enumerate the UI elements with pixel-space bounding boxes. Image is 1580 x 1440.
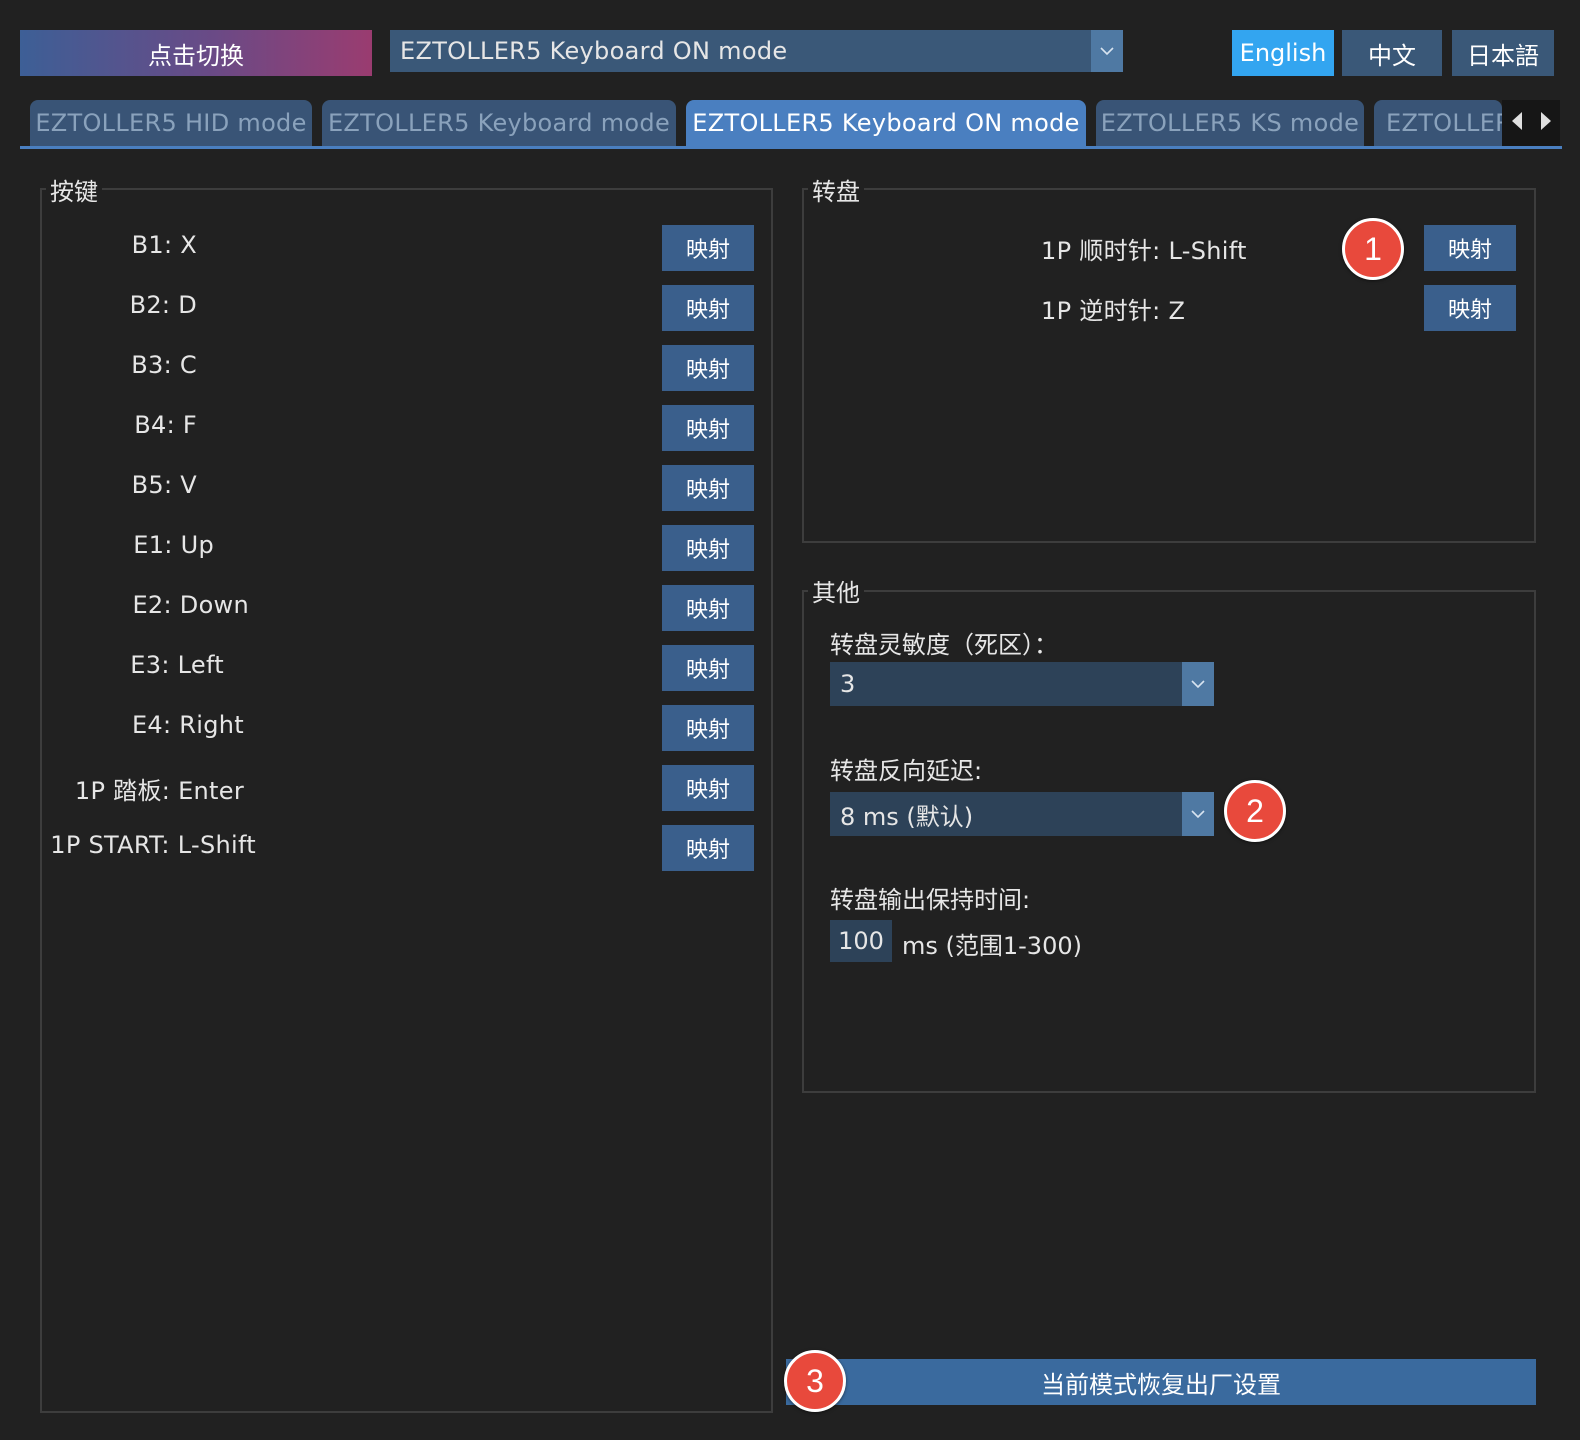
tab-hid-mode[interactable]: EZTOLLER5 HID mode (30, 100, 312, 146)
key-row-label-b4: B4: F (134, 411, 197, 439)
tab-ks-mode[interactable]: EZTOLLER5 KS mode (1096, 100, 1364, 146)
key-row-label-b5: B5: V (131, 471, 197, 499)
tab-eztoller-partial[interactable]: EZTOLLER (1374, 100, 1502, 146)
turntable-row-label-cw: 1P 顺时针: L-Shift (1041, 237, 1247, 265)
key-row-label-e1: E1: Up (133, 531, 214, 559)
mode-select-value: EZTOLLER5 Keyboard ON mode (400, 37, 788, 65)
map-button-e2[interactable]: 映射 (662, 585, 754, 631)
switch-button[interactable]: 点击切换 (20, 30, 372, 76)
chevron-down-icon[interactable] (1182, 662, 1214, 706)
annotation-badge-2: 2 (1224, 780, 1286, 842)
map-button-b4[interactable]: 映射 (662, 405, 754, 451)
turntable-row-label-ccw: 1P 逆时针: Z (1041, 297, 1186, 325)
hold-time-label: 转盘输出保持时间: (830, 886, 1031, 914)
language-english-button[interactable]: English (1232, 30, 1334, 76)
map-button-b1[interactable]: 映射 (662, 225, 754, 271)
tab-scroll-right-icon[interactable] (1540, 111, 1552, 135)
reverse-delay-label: 转盘反向延迟: (830, 757, 983, 785)
turntable-group-title: 转盘 (808, 172, 864, 207)
key-row-label-e3: E3: Left (130, 651, 224, 679)
chevron-down-icon[interactable] (1182, 792, 1214, 836)
mode-select[interactable]: EZTOLLER5 Keyboard ON mode (390, 30, 1123, 72)
reverse-delay-select[interactable]: 8 ms (默认) (830, 792, 1214, 836)
other-group-title: 其他 (808, 573, 864, 608)
map-button-b2[interactable]: 映射 (662, 285, 754, 331)
map-button-start[interactable]: 映射 (662, 825, 754, 871)
key-row-label-e2: E2: Down (132, 591, 249, 619)
map-button-pedal[interactable]: 映射 (662, 765, 754, 811)
map-button-e3[interactable]: 映射 (662, 645, 754, 691)
map-button-e4[interactable]: 映射 (662, 705, 754, 751)
hold-time-suffix: ms (范围1-300) (902, 932, 1082, 960)
reset-factory-button[interactable]: 当前模式恢复出厂设置 (786, 1359, 1536, 1405)
tab-underline (20, 146, 1562, 149)
tab-keyboard-on-mode[interactable]: EZTOLLER5 Keyboard ON mode (686, 100, 1086, 146)
key-row-label-b1: B1: X (131, 231, 197, 259)
annotation-badge-3: 3 (784, 1350, 846, 1412)
sensitivity-select[interactable]: 3 (830, 662, 1214, 706)
map-button-turntable-ccw[interactable]: 映射 (1424, 285, 1516, 331)
tab-scroll-buttons (1502, 100, 1560, 146)
language-chinese-button[interactable]: 中文 (1342, 30, 1442, 76)
key-row-label-e4: E4: Right (131, 711, 244, 739)
tab-scroll-left-icon[interactable] (1511, 111, 1523, 135)
keys-group-title: 按键 (46, 172, 102, 207)
sensitivity-value: 3 (840, 670, 856, 698)
tab-keyboard-mode[interactable]: EZTOLLER5 Keyboard mode (322, 100, 676, 146)
map-button-b5[interactable]: 映射 (662, 465, 754, 511)
annotation-badge-1: 1 (1342, 218, 1404, 280)
map-button-b3[interactable]: 映射 (662, 345, 754, 391)
hold-time-input[interactable]: 100 (830, 920, 892, 962)
sensitivity-label: 转盘灵敏度（死区）： (830, 631, 1058, 659)
chevron-down-icon[interactable] (1091, 30, 1123, 72)
reverse-delay-value: 8 ms (默认) (840, 802, 974, 831)
key-row-label-b2: B2: D (129, 291, 197, 319)
map-button-e1[interactable]: 映射 (662, 525, 754, 571)
key-row-label-pedal: 1P 踏板: Enter (74, 777, 244, 805)
language-japanese-button[interactable]: 日本語 (1452, 30, 1554, 76)
key-row-label-start: 1P START: L-Shift (50, 831, 256, 859)
map-button-turntable-cw[interactable]: 映射 (1424, 225, 1516, 271)
key-row-label-b3: B3: C (131, 351, 197, 379)
